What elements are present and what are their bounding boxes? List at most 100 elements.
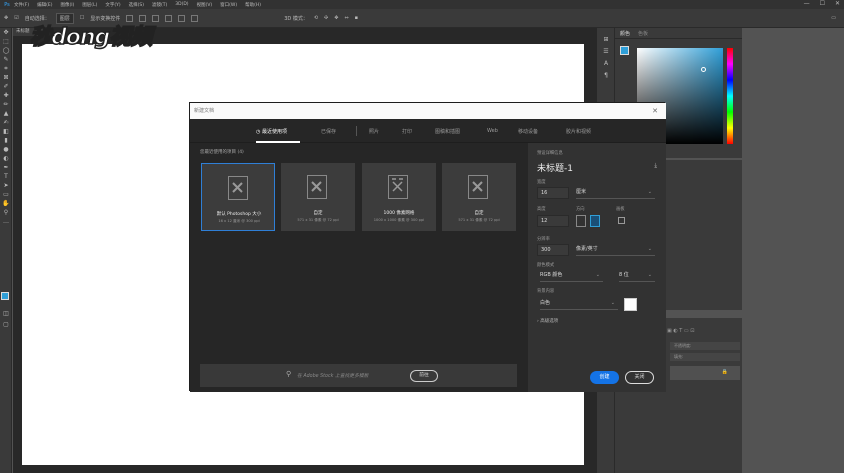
bit-depth-dropdown[interactable]: 8 位 ⌄ bbox=[619, 270, 655, 282]
rotate-3d-icon[interactable]: ⟲ bbox=[314, 15, 318, 21]
frame-tool-icon[interactable]: ⊠ bbox=[0, 73, 12, 82]
document-name-field[interactable]: 未标题-1 bbox=[537, 161, 573, 174]
maximize-button[interactable]: ☐ bbox=[820, 0, 825, 7]
roll-3d-icon[interactable]: ✣ bbox=[324, 15, 328, 21]
tab-swatches[interactable]: 色板 bbox=[638, 30, 648, 37]
tab-photo[interactable]: 照片 bbox=[369, 128, 379, 135]
eyedropper-tool-icon[interactable]: ✐ bbox=[0, 82, 12, 91]
preset-card[interactable]: 1000 像素网格 1000 x 1000 像素 @ 300 ppi bbox=[362, 163, 436, 231]
path-select-icon[interactable]: ➤ bbox=[0, 181, 12, 190]
preset-card[interactable]: 默认 Photoshop 大小 16 x 12 厘米 @ 300 ppi bbox=[201, 163, 275, 231]
show-transform-checkbox[interactable]: ☐ bbox=[80, 15, 84, 21]
minimize-button[interactable]: — bbox=[804, 0, 810, 7]
align-middle-icon[interactable] bbox=[178, 14, 186, 22]
go-button[interactable]: 前往 bbox=[410, 370, 438, 382]
menu-file[interactable]: 文件(F) bbox=[14, 2, 29, 8]
tab-art-illustration[interactable]: 图稿和插图 bbox=[435, 128, 460, 135]
quick-select-tool-icon[interactable]: ✎ bbox=[0, 55, 12, 64]
preset-card[interactable]: 自定 571 x 31 像素 @ 72 ppi bbox=[281, 163, 355, 231]
menu-type[interactable]: 文字(Y) bbox=[105, 2, 120, 8]
artboard-checkbox[interactable] bbox=[618, 217, 625, 224]
color-mode-dropdown[interactable]: RGB 颜色 ⌄ bbox=[540, 270, 603, 282]
tab-saved[interactable]: 已保存 bbox=[321, 128, 336, 135]
fill-row[interactable]: 填充: bbox=[670, 353, 740, 361]
menu-select[interactable]: 选择(S) bbox=[129, 2, 144, 8]
quick-mask-icon[interactable]: ◫ bbox=[0, 309, 12, 318]
opacity-row[interactable]: 不透明度: bbox=[670, 342, 740, 350]
resolution-input[interactable]: 300 bbox=[537, 244, 569, 256]
move-tool-icon[interactable]: ✥ bbox=[4, 15, 8, 21]
height-input[interactable]: 12 bbox=[537, 215, 569, 227]
zoom-tool-icon[interactable]: ⚲ bbox=[0, 208, 12, 217]
character-panel-icon[interactable]: A bbox=[597, 57, 615, 69]
history-brush-icon[interactable]: ✍ bbox=[0, 118, 12, 127]
align-left-icon[interactable] bbox=[126, 14, 134, 22]
tab-color[interactable]: 颜色 bbox=[620, 30, 630, 37]
menu-filter[interactable]: 滤镜(T) bbox=[152, 2, 167, 8]
save-preset-icon[interactable]: ⤓ bbox=[654, 162, 657, 170]
layer-row[interactable]: 🔒 bbox=[670, 366, 740, 380]
background-content-dropdown[interactable]: 白色 ⌄ bbox=[540, 298, 618, 310]
dodge-tool-icon[interactable]: ◐ bbox=[0, 154, 12, 163]
tab-web[interactable]: Web bbox=[487, 128, 498, 134]
dialog-close-icon[interactable]: ✕ bbox=[652, 103, 658, 119]
auto-select-dropdown[interactable]: 图层 bbox=[55, 12, 74, 24]
paragraph-panel-icon[interactable]: ¶ bbox=[597, 69, 615, 81]
stock-search-input[interactable]: 在 Adobe Stock 上查找更多模板 bbox=[297, 372, 368, 379]
more-tools-icon[interactable]: … bbox=[0, 217, 12, 226]
properties-panel-icon[interactable]: ☰ bbox=[597, 45, 615, 57]
screen-mode-icon[interactable]: ▢ bbox=[0, 320, 12, 329]
foreground-color-swatch[interactable] bbox=[1, 292, 9, 300]
healing-brush-icon[interactable]: ✚ bbox=[0, 91, 12, 100]
distribute-icon[interactable] bbox=[191, 14, 199, 22]
move-tool-icon[interactable]: ✥ bbox=[0, 28, 12, 37]
color-foreground-swatch[interactable] bbox=[620, 46, 629, 55]
tab-recent[interactable]: ◷ 最近使用项 bbox=[256, 128, 287, 135]
pan-3d-icon[interactable]: ✥ bbox=[334, 15, 338, 21]
auto-select-checkbox[interactable]: ☑ bbox=[14, 15, 18, 21]
lasso-tool-icon[interactable]: ◯ bbox=[0, 46, 12, 55]
preset-card[interactable]: 自定 571 x 31 像素 @ 72 ppi bbox=[442, 163, 516, 231]
eraser-tool-icon[interactable]: ◧ bbox=[0, 127, 12, 136]
brush-tool-icon[interactable]: ✏ bbox=[0, 100, 12, 109]
menu-view[interactable]: 视图(V) bbox=[197, 2, 213, 8]
menu-image[interactable]: 图像(I) bbox=[60, 2, 74, 8]
menu-window[interactable]: 窗口(W) bbox=[220, 2, 237, 8]
crop-tool-icon[interactable]: ⌗ bbox=[0, 64, 12, 73]
layer-filter-icons[interactable]: ▣ ◐ T ▭ ⊡ bbox=[667, 328, 694, 334]
menu-3d[interactable]: 3D(D) bbox=[175, 2, 188, 7]
menu-edit[interactable]: 编辑(E) bbox=[37, 2, 52, 8]
rectangle-tool-icon[interactable]: ▭ bbox=[0, 190, 12, 199]
width-unit-dropdown[interactable]: 厘米 ⌄ bbox=[576, 187, 655, 199]
menu-layer[interactable]: 图层(L) bbox=[82, 2, 97, 8]
width-input[interactable]: 16 bbox=[537, 187, 569, 199]
tab-film-video[interactable]: 胶片和视频 bbox=[566, 128, 591, 135]
tab-mobile[interactable]: 移动设备 bbox=[518, 128, 538, 135]
history-panel-icon[interactable]: ⊞ bbox=[597, 33, 615, 45]
marquee-tool-icon[interactable]: ⬚ bbox=[0, 37, 12, 46]
align-right-icon[interactable] bbox=[152, 14, 160, 22]
advanced-options-toggle[interactable]: › 高级选项 bbox=[537, 318, 558, 324]
menu-help[interactable]: 帮助(H) bbox=[245, 2, 261, 8]
close-window-button[interactable]: ✕ bbox=[835, 0, 840, 7]
blur-tool-icon[interactable]: ● bbox=[0, 145, 12, 154]
hue-slider[interactable] bbox=[727, 48, 733, 144]
tab-print[interactable]: 打印 bbox=[402, 128, 412, 135]
workspace-icon[interactable]: ▭ bbox=[831, 15, 836, 21]
scale-3d-icon[interactable]: ▪ bbox=[355, 15, 358, 21]
landscape-orientation-icon[interactable] bbox=[590, 215, 600, 227]
color-picker-cursor[interactable] bbox=[701, 67, 706, 72]
background-color-swatch[interactable] bbox=[624, 298, 637, 311]
align-center-icon[interactable] bbox=[139, 14, 147, 22]
slide-3d-icon[interactable]: ⇔ bbox=[344, 15, 348, 21]
create-button[interactable]: 创建 bbox=[590, 371, 619, 384]
resolution-unit-dropdown[interactable]: 像素/英寸 ⌄ bbox=[576, 244, 655, 256]
hand-tool-icon[interactable]: ✋ bbox=[0, 199, 12, 208]
align-top-icon[interactable] bbox=[165, 14, 173, 22]
pen-tool-icon[interactable]: ✒ bbox=[0, 163, 12, 172]
portrait-orientation-icon[interactable] bbox=[576, 215, 586, 227]
type-tool-icon[interactable]: T bbox=[0, 172, 12, 181]
gradient-tool-icon[interactable]: ▮ bbox=[0, 136, 12, 145]
close-button[interactable]: 关闭 bbox=[625, 371, 654, 384]
stamp-tool-icon[interactable]: ▲ bbox=[0, 109, 12, 118]
